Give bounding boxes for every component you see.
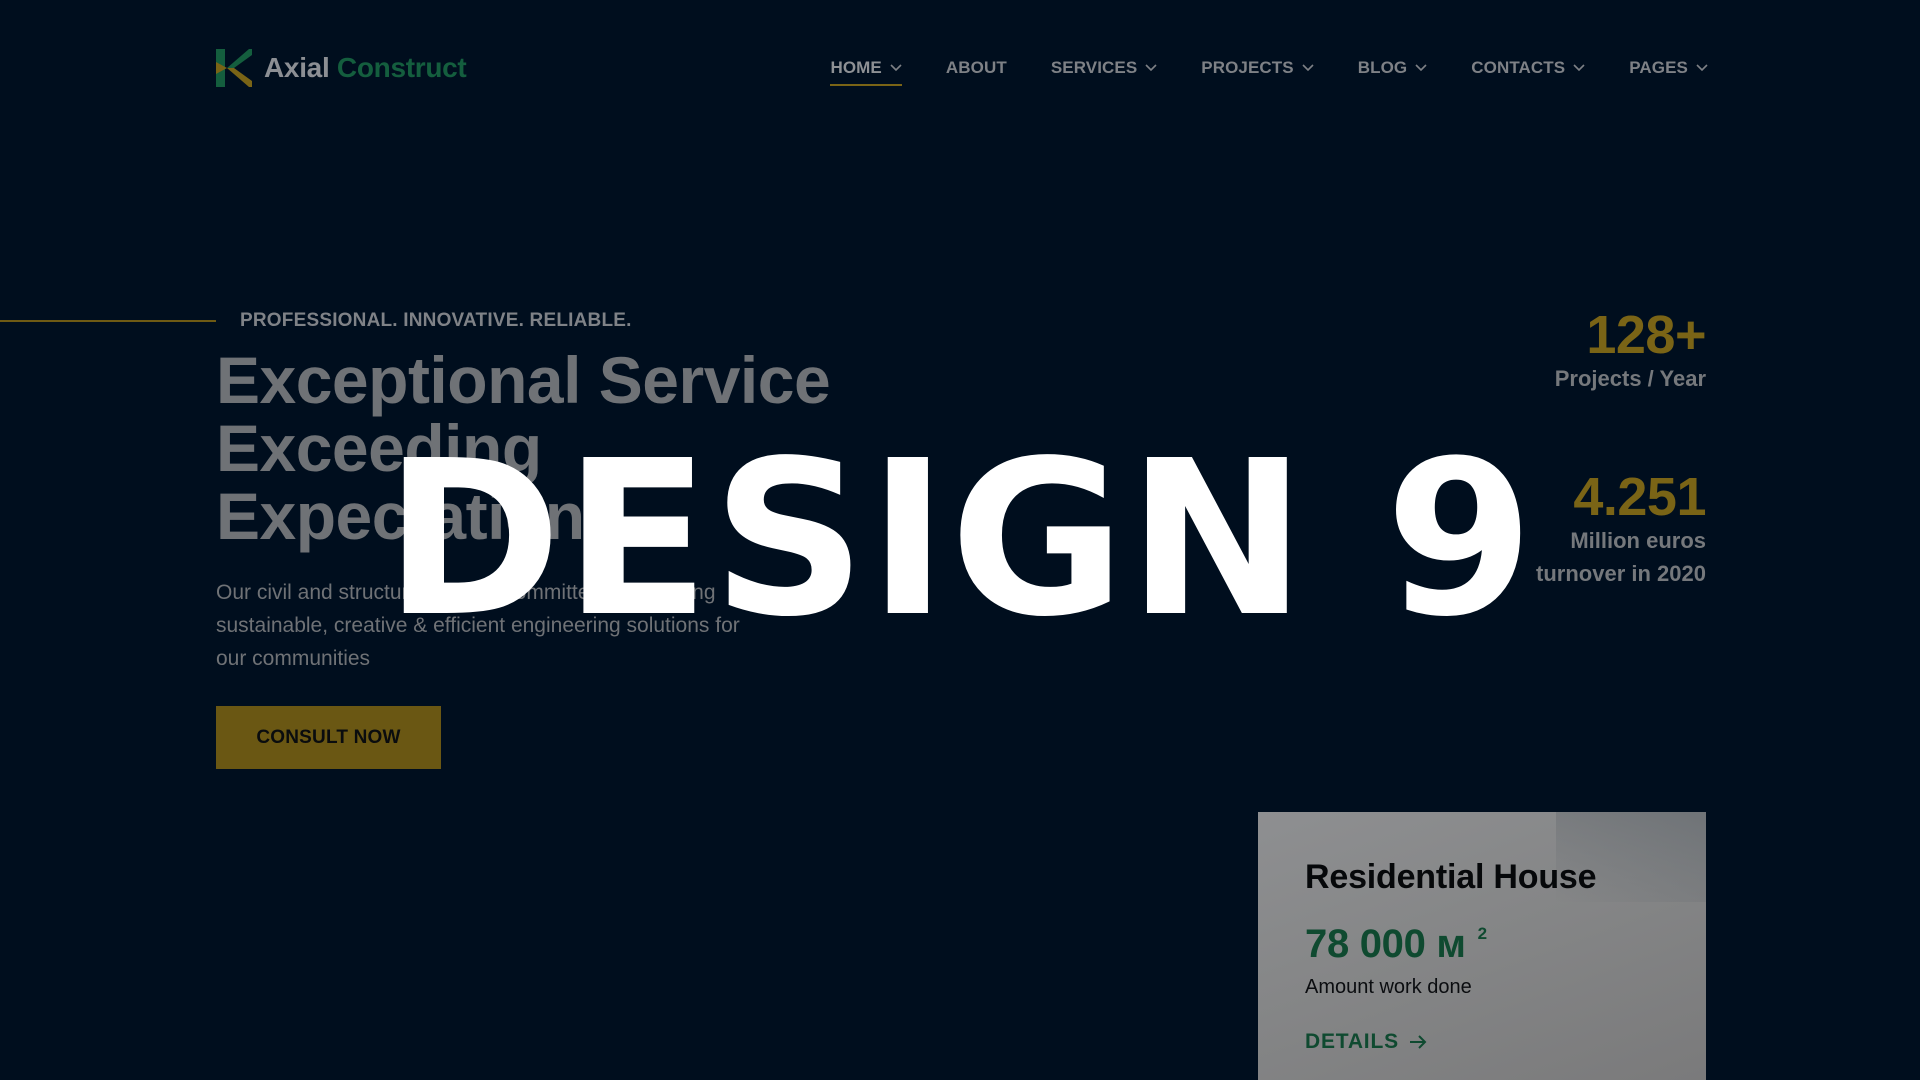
nav-item-contacts[interactable]: CONTACTS: [1471, 44, 1585, 92]
overlay-design-title: DESIGN 9: [384, 415, 1536, 664]
nav-item-about[interactable]: ABOUT: [946, 44, 1007, 92]
arrow-right-icon: [1409, 1035, 1427, 1049]
logo-text-construct: Construct: [336, 52, 467, 83]
nav-item-label: ABOUT: [945, 58, 1007, 77]
logo-text: Axial Construct: [264, 52, 467, 84]
main-nav: HOME ABOUT SERVICES PROJECTS BLOG CONTAC…: [830, 44, 1708, 92]
logo-k-icon: [216, 49, 252, 87]
project-card-amount: 78 000 м 2: [1305, 922, 1487, 967]
stat-value: 128+: [1586, 305, 1706, 365]
chevron-down-icon: [1415, 64, 1427, 72]
site-header: Axial Construct HOME ABOUT SERVICES PROJ…: [216, 44, 1708, 92]
eyebrow-divider: [0, 320, 216, 322]
details-link[interactable]: DETAILS: [1305, 1030, 1427, 1054]
chevron-down-icon: [1573, 64, 1585, 72]
stat-label: Projects / Year: [1554, 366, 1706, 391]
chevron-down-icon: [1696, 64, 1708, 72]
nav-item-home[interactable]: HOME: [830, 44, 903, 92]
details-link-label: DETAILS: [1305, 1030, 1399, 1053]
consult-now-button[interactable]: CONSULT NOW: [216, 706, 441, 769]
chevron-down-icon: [1302, 64, 1314, 72]
nav-item-projects[interactable]: PROJECTS: [1201, 44, 1314, 92]
nav-item-pages[interactable]: PAGES: [1629, 44, 1708, 92]
nav-item-label: SERVICES: [1050, 58, 1138, 77]
chevron-down-icon: [890, 64, 902, 72]
amount-unit-superscript: 2: [1477, 924, 1487, 943]
logo[interactable]: Axial Construct: [216, 49, 467, 87]
nav-item-label: HOME: [830, 58, 882, 77]
stat-projects-per-year: 128+ Projects / Year: [1554, 305, 1707, 395]
project-card-caption: Amount work done: [1305, 976, 1472, 998]
amount-value: 78 000 м: [1305, 922, 1466, 966]
nav-item-blog[interactable]: BLOG: [1358, 44, 1428, 92]
project-card-title: Residential House: [1305, 858, 1597, 896]
hero-eyebrow: PROFESSIONAL. INNOVATIVE. RELIABLE.: [240, 310, 632, 331]
nav-item-label: PAGES: [1629, 58, 1688, 77]
hero-title-line: Exceptional Service: [216, 343, 831, 417]
nav-item-label: CONTACTS: [1471, 58, 1566, 77]
nav-item-label: BLOG: [1357, 58, 1408, 77]
nav-item-label: PROJECTS: [1201, 58, 1294, 77]
chevron-down-icon: [1145, 64, 1157, 72]
nav-item-services[interactable]: SERVICES: [1051, 44, 1157, 92]
logo-text-axial: Axial: [264, 52, 330, 83]
project-card: Residential House 78 000 м 2 Amount work…: [1258, 812, 1706, 1080]
